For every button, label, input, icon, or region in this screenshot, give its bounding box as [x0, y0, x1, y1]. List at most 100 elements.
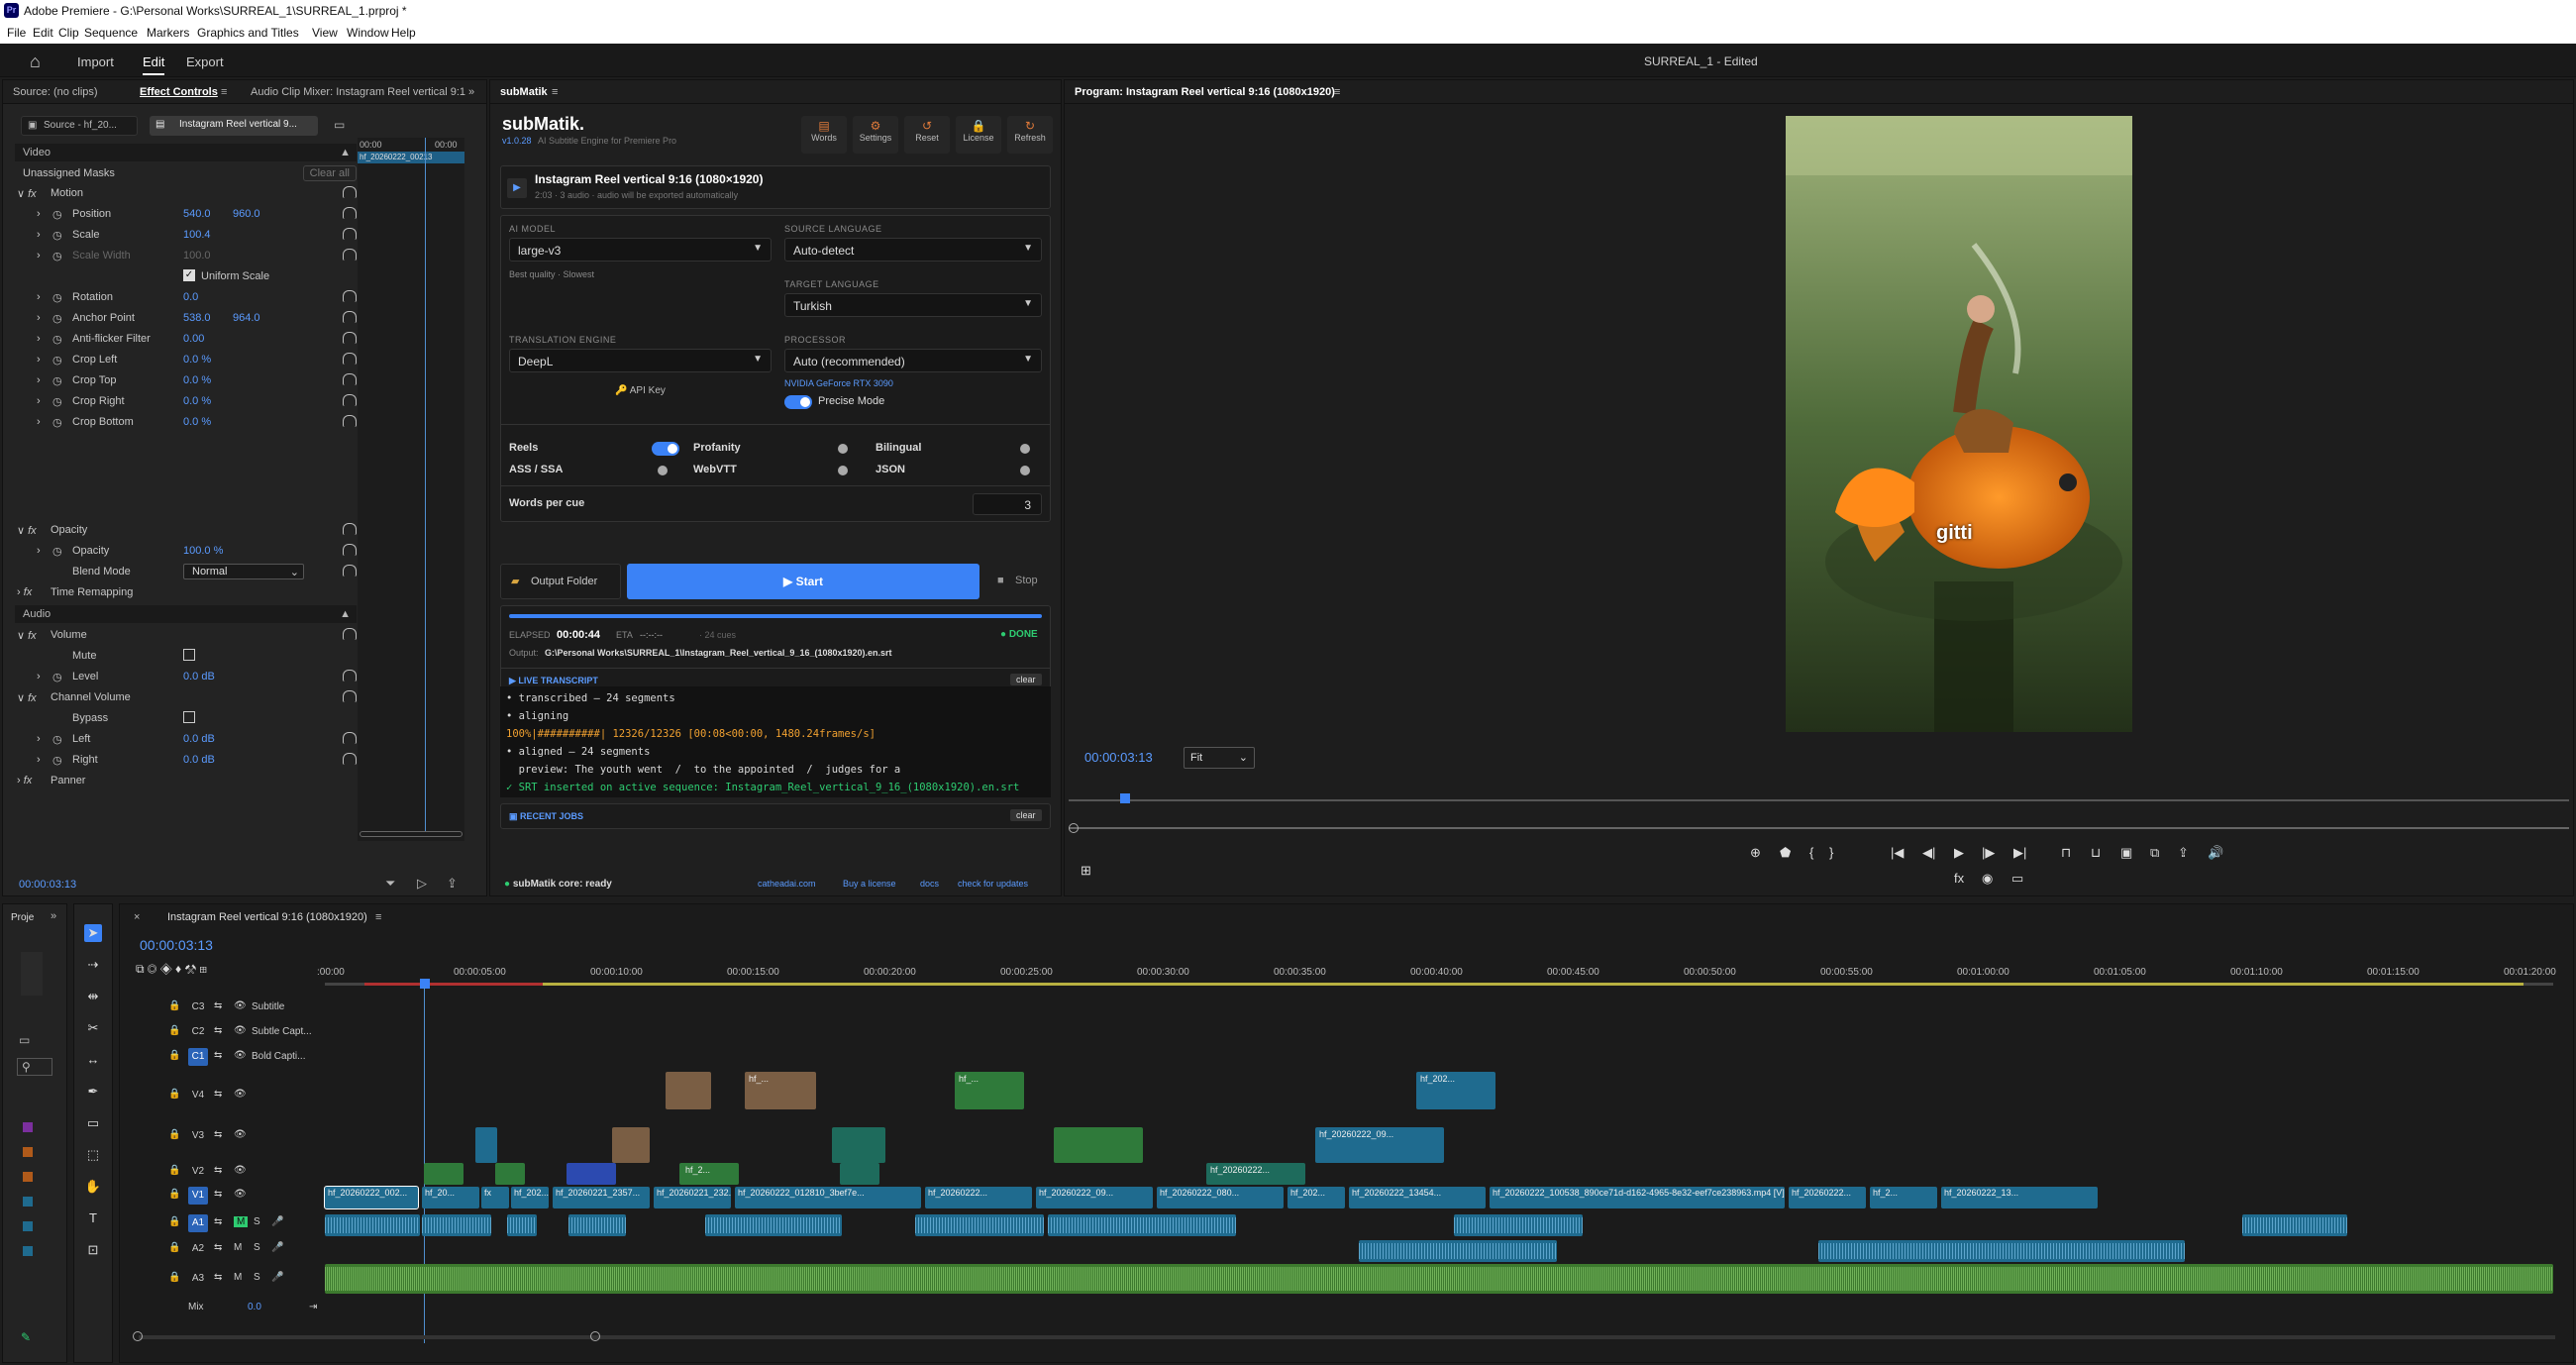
mic-icon[interactable]: 🎤 [271, 1216, 283, 1227]
a1-clip[interactable] [507, 1214, 537, 1236]
stopwatch-icon[interactable]: ◷ [52, 208, 62, 221]
stopwatch-icon[interactable]: ◷ [52, 374, 62, 387]
a2-clip[interactable] [1818, 1240, 2185, 1262]
reset-icon[interactable] [343, 311, 357, 323]
a1-clip[interactable] [2242, 1214, 2347, 1236]
v1-clip[interactable]: fx [481, 1187, 509, 1208]
transcript-log[interactable]: • transcribed — 24 segments • aligning 1… [500, 686, 1051, 797]
start-button[interactable]: ▶ Start [627, 564, 979, 599]
v1-clip[interactable]: hf_20260222_100538_890ce71d-d162-4965-8e… [1490, 1187, 1785, 1208]
lock-icon[interactable]: 🔒 [168, 1272, 180, 1283]
more-panels-icon[interactable]: » [51, 910, 56, 922]
timeline-hscroll[interactable] [139, 1335, 2555, 1339]
sync-icon[interactable]: ⇆ [214, 1272, 222, 1283]
track-select-icon[interactable]: ⇢ [84, 956, 102, 974]
v1-clip[interactable]: hf_20260222_13454... [1349, 1187, 1486, 1208]
menu-help[interactable]: Help [391, 26, 416, 40]
volume-icon[interactable]: 🔊 [2208, 845, 2223, 861]
ec-value-1[interactable]: 0.0 % [183, 374, 211, 386]
pen-tool-icon[interactable]: ✒ [84, 1083, 102, 1101]
play-icon[interactable]: ▶ [1954, 845, 1964, 861]
clear-transcript-button[interactable]: clear [1010, 674, 1042, 685]
selection-tool-icon[interactable]: ➤ [84, 924, 102, 942]
ec-value-1[interactable]: 538.0 [183, 312, 211, 324]
mute-checkbox[interactable] [183, 649, 195, 661]
source-language-select[interactable]: Auto-detect ▼ [784, 238, 1042, 262]
a1-clip[interactable] [568, 1214, 626, 1236]
lock-icon[interactable]: 🔒 [168, 1189, 180, 1200]
ai-model-select[interactable]: large-v3 ▼ [509, 238, 772, 262]
tab-project[interactable]: Proje [11, 912, 34, 923]
toolbar-license-button[interactable]: 🔒 License [956, 116, 1001, 154]
v2-clip[interactable] [495, 1163, 525, 1185]
track-label[interactable]: C3 [188, 998, 208, 1016]
ec-value-1[interactable]: 100.0 [183, 250, 211, 262]
output-folder-button[interactable]: ▰ Output Folder [500, 564, 621, 599]
export-frame-icon[interactable]: ⇪ [2178, 845, 2189, 861]
mark-out-icon[interactable]: } [1829, 845, 1833, 860]
translation-engine-select[interactable]: DeepL ▼ [509, 349, 772, 372]
import-tab[interactable]: Import [77, 54, 114, 69]
stopwatch-icon[interactable]: ◷ [52, 354, 62, 367]
track-label[interactable]: A3 [188, 1270, 208, 1288]
solo-icon[interactable]: S [254, 1272, 260, 1283]
toolbar-reset-button[interactable]: ↺ Reset [904, 116, 950, 154]
extract-icon[interactable]: ⊔ [2091, 845, 2101, 861]
lock-icon[interactable]: 🔒 [168, 1242, 180, 1253]
v1-clip[interactable]: hf_20260222... [925, 1187, 1032, 1208]
v1-clip[interactable]: hf_20260222... [1789, 1187, 1866, 1208]
caption-tool-icon[interactable]: ⊡ [84, 1241, 102, 1259]
v3-clip[interactable] [1054, 1127, 1143, 1163]
home-icon[interactable]: ⌂ [30, 52, 41, 72]
eye-icon[interactable]: 👁 [234, 1025, 247, 1036]
panel-menu-icon[interactable]: ≡ [221, 86, 227, 98]
ec-value-1[interactable]: 0.00 [183, 333, 204, 345]
lock-icon[interactable]: 🔒 [168, 1129, 180, 1140]
sync-icon[interactable]: ⇆ [214, 1089, 222, 1100]
tab-effect-controls[interactable]: Effect Controls [140, 86, 218, 98]
check-updates-link[interactable]: check for updates [958, 879, 1028, 889]
hand-tool-icon[interactable]: ✋ [84, 1178, 102, 1196]
reset-icon[interactable] [343, 207, 357, 219]
mix-value[interactable]: 0.0 [248, 1302, 261, 1312]
v2-clip[interactable] [424, 1163, 464, 1185]
media-thumb[interactable] [21, 952, 43, 996]
stop-button[interactable]: ■ Stop [985, 564, 1051, 599]
sync-icon[interactable]: ⇆ [214, 1216, 222, 1227]
export-icon[interactable]: ⇪ [447, 876, 458, 892]
bypass-checkbox[interactable] [183, 711, 195, 723]
razor-tool-icon[interactable]: ✂ [84, 1019, 102, 1037]
mute-icon[interactable]: M [234, 1216, 249, 1227]
left-value[interactable]: 0.0 dB [183, 733, 215, 745]
stopwatch-icon[interactable]: ◷ [52, 395, 62, 408]
stopwatch-icon[interactable]: ◷ [52, 250, 62, 262]
ec-value-2[interactable]: 964.0 [233, 312, 260, 324]
tab-submatik[interactable]: subMatik [500, 86, 548, 98]
toolbar-refresh-button[interactable]: ↻ Refresh [1007, 116, 1053, 154]
eye-icon[interactable]: 👁 [234, 1050, 247, 1061]
eye-icon[interactable]: 👁 [234, 1129, 247, 1140]
camera-icon[interactable]: ◉ [1982, 871, 1993, 887]
stopwatch-icon[interactable]: ◷ [52, 291, 62, 304]
sync-icon[interactable]: ⇆ [214, 1189, 222, 1200]
lock-icon[interactable]: 🔒 [168, 1000, 180, 1011]
program-playhead[interactable] [1120, 793, 1130, 803]
eye-icon[interactable]: 👁 [234, 1165, 247, 1176]
mini-scrollbar[interactable] [360, 831, 463, 837]
menu-window[interactable]: Window [347, 26, 389, 40]
ripple-edit-icon[interactable]: ⇹ [84, 988, 102, 1005]
folder-icon[interactable]: ▭ [19, 1033, 30, 1047]
menu-file[interactable]: File [7, 26, 26, 40]
tab-source[interactable]: Source: (no clips) [13, 86, 98, 98]
webvtt-toggle[interactable] [832, 464, 860, 477]
mute-icon[interactable]: M [234, 1242, 242, 1253]
a1-clip[interactable] [325, 1214, 420, 1236]
a1-clip[interactable] [1454, 1214, 1583, 1236]
mic-icon[interactable]: 🎤 [271, 1272, 283, 1283]
track-label[interactable]: V3 [188, 1127, 208, 1145]
scroll-handle-right[interactable] [590, 1331, 600, 1341]
reset-icon[interactable] [343, 290, 357, 302]
profanity-toggle[interactable] [832, 442, 860, 456]
sync-icon[interactable]: ⇆ [214, 1129, 222, 1140]
rectangle-tool-icon[interactable]: ▭ [84, 1114, 102, 1132]
